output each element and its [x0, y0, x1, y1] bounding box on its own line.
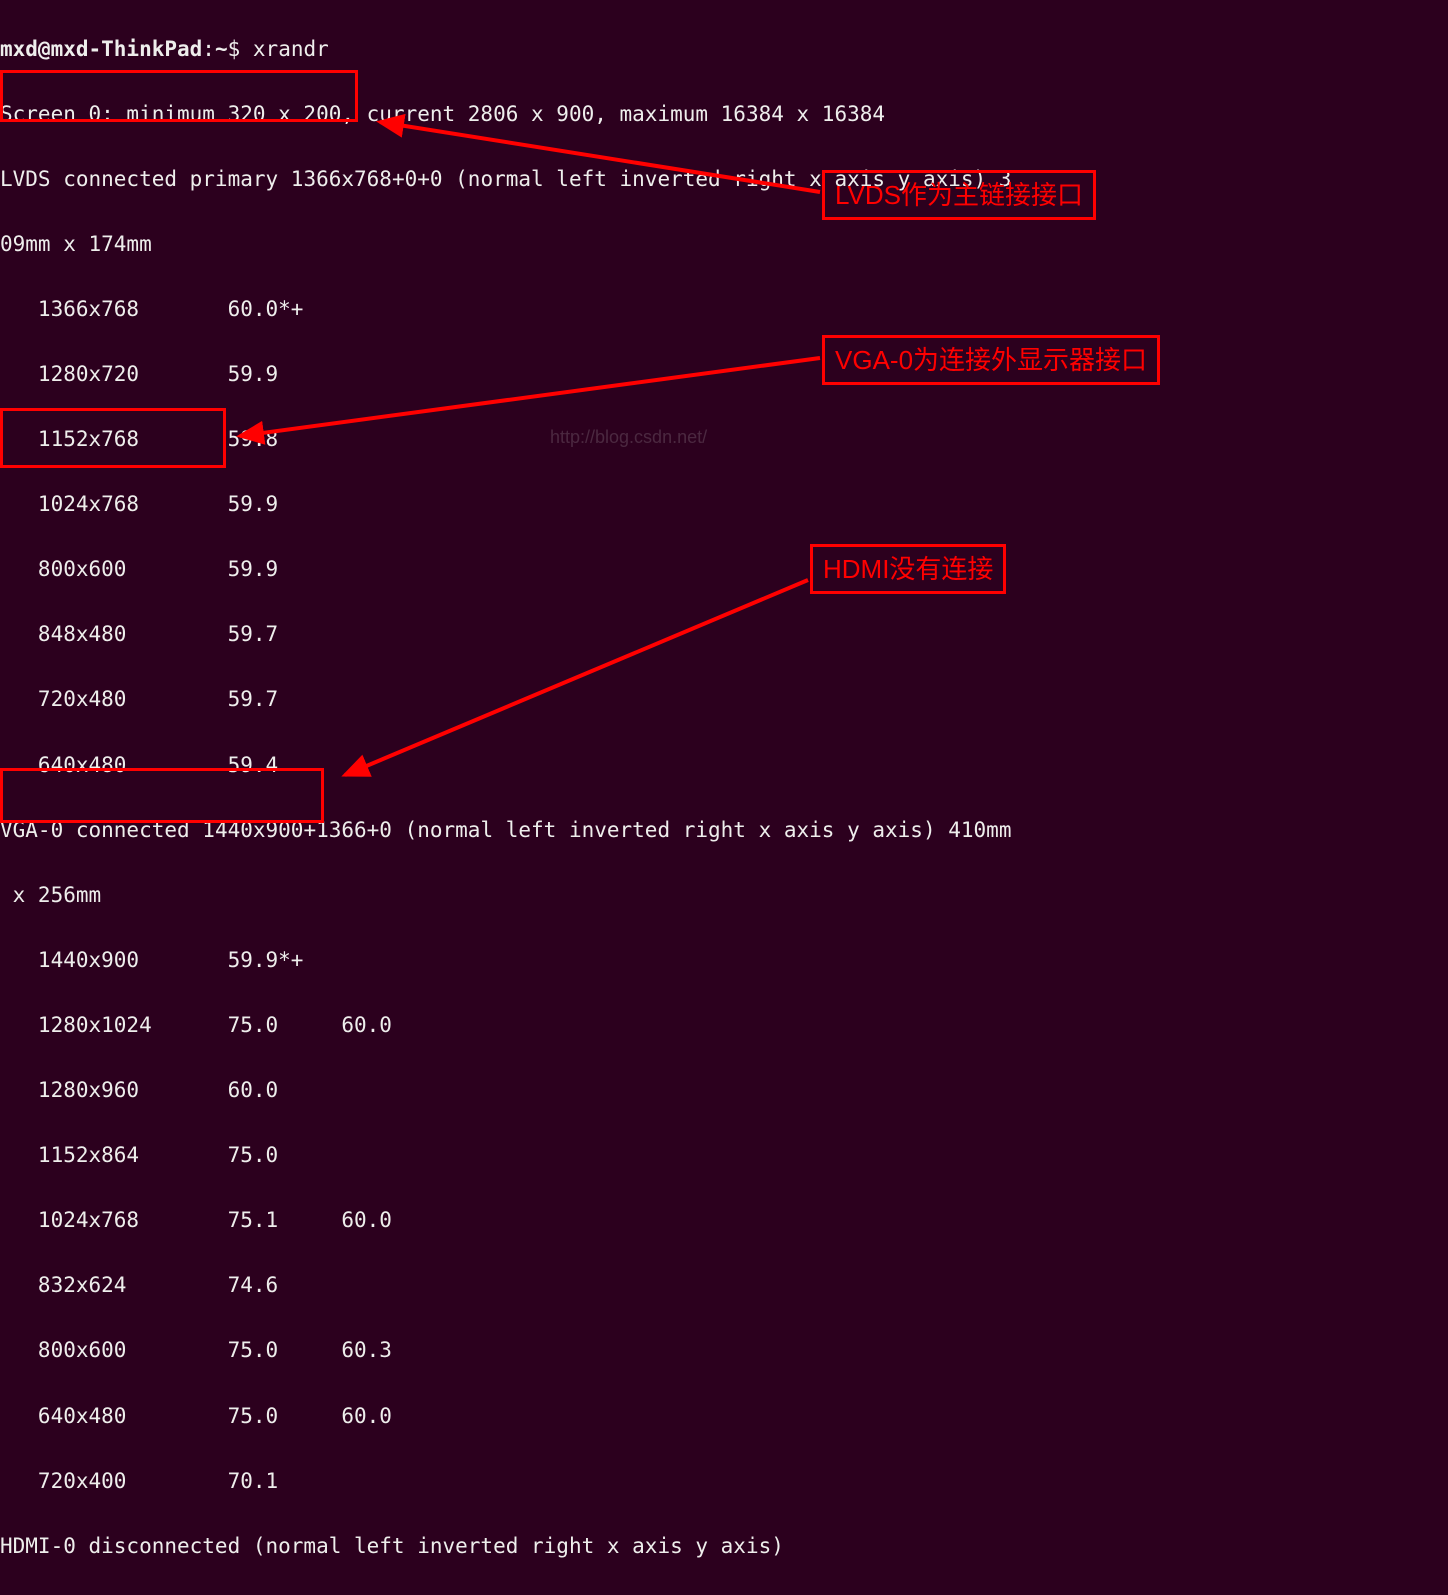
- vga-mode: 1152x864 75.0: [0, 1139, 1448, 1172]
- prompt-dollar: $: [228, 37, 253, 61]
- vga-mode: 1024x768 75.1 60.0: [0, 1204, 1448, 1237]
- highlight-box-hdmi: [0, 768, 324, 823]
- vga-mode: 832x624 74.6: [0, 1269, 1448, 1302]
- watermark-text: http://blog.csdn.net/: [550, 424, 707, 452]
- lvds-mode: 800x600 59.9: [0, 553, 1448, 586]
- prompt-sep: :: [202, 37, 215, 61]
- vga-mode: 1280x960 60.0: [0, 1074, 1448, 1107]
- prompt-user-host: mxd@mxd-ThinkPad: [0, 37, 202, 61]
- lvds-mode: 720x480 59.7: [0, 683, 1448, 716]
- lvds-mode: 1366x768 60.0*+: [0, 293, 1448, 326]
- vga-mode: 720x400 70.1: [0, 1465, 1448, 1498]
- command-text: xrandr: [253, 37, 329, 61]
- vga-mode: 640x480 75.0 60.0: [0, 1400, 1448, 1433]
- callout-hdmi: HDMI没有连接: [810, 544, 1006, 594]
- vga-mode: 1440x900 59.9*+: [0, 944, 1448, 977]
- hdmi-header-rest: (normal left inverted right x axis y axi…: [240, 1534, 784, 1558]
- vga-mode: 1280x1024 75.0 60.0: [0, 1009, 1448, 1042]
- hdmi-header-boxed: HDMI-0 disconnected: [0, 1534, 240, 1558]
- vga-mode: 800x600 75.0 60.3: [0, 1334, 1448, 1367]
- lvds-mode: 848x480 59.7: [0, 618, 1448, 651]
- lvds-wrap: 09mm x 174mm: [0, 228, 1448, 261]
- lvds-mode: 1280x720 59.9: [0, 358, 1448, 391]
- highlight-box-vga: [0, 408, 226, 468]
- highlight-box-lvds: [0, 70, 358, 122]
- lvds-mode: 1024x768 59.9: [0, 488, 1448, 521]
- vga-wrap: x 256mm: [0, 879, 1448, 912]
- callout-lvds: LVDS作为主链接接口: [822, 170, 1096, 220]
- callout-vga: VGA-0为连接外显示器接口: [822, 335, 1160, 385]
- lvds-header-boxed: LVDS connected primary: [0, 167, 278, 191]
- prompt-path: ~: [215, 37, 228, 61]
